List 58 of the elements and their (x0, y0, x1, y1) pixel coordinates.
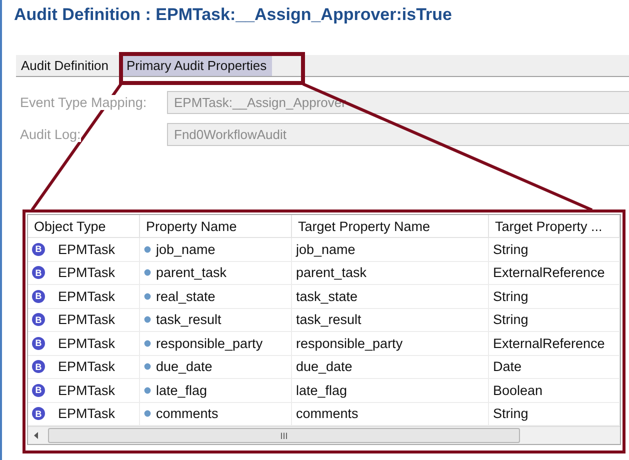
table-cell: Date (493, 359, 522, 374)
window-title: Audit Definition : EPMTask:__Assign_Approver:isTrue (13, 4, 453, 25)
table-cell: task_state (296, 288, 358, 304)
tab[interactable]: Primary Audit Properties (121, 55, 272, 76)
table-cell: EPMTask (58, 382, 116, 398)
table-cell: parent_task (156, 265, 227, 280)
table-cell: ExternalReference (493, 336, 605, 351)
dot-icon (144, 410, 151, 418)
column-header[interactable]: Target Property ... (489, 215, 620, 238)
class-badge-icon: B (32, 313, 45, 326)
dot-icon (144, 340, 151, 347)
table-cell: late_flag (296, 382, 348, 398)
column-header[interactable]: Target Property Name (292, 215, 489, 238)
table-cell: comments (296, 406, 358, 422)
class-badge-icon: B (32, 266, 45, 280)
field-label: Event Type Mapping: (20, 95, 147, 110)
column-header[interactable]: Object Type (28, 215, 140, 238)
table-cell: due_date (296, 359, 352, 374)
table-cell: String (493, 406, 528, 422)
scrollbar-thumb[interactable]: III (48, 428, 520, 443)
class-badge-icon: B (32, 407, 45, 420)
table-cell: EPMTask (58, 265, 116, 280)
table-cell: responsible_party (296, 336, 403, 351)
table-cell: task_result (296, 312, 362, 328)
table-cell: real_state (156, 288, 216, 304)
class-badge-icon: B (32, 290, 45, 303)
table-cell: String (493, 312, 528, 328)
class-badge-icon: B (32, 242, 45, 256)
dot-icon (144, 292, 151, 300)
table-cell: parent_task (296, 265, 367, 280)
table-cell: late_flag (156, 382, 208, 398)
dot-icon (144, 246, 151, 253)
table-cell: EPMTask (58, 242, 116, 257)
table-cell: Boolean (493, 382, 543, 398)
table-cell: comments (156, 406, 218, 422)
table-cell: String (493, 288, 528, 304)
table-cell: EPMTask (58, 359, 116, 374)
field-label: Audit Log: (20, 127, 81, 142)
tab[interactable]: Audit Definition (16, 55, 114, 76)
table-cell: due_date (156, 359, 212, 374)
table-cell: job_name (296, 242, 356, 257)
dot-icon (144, 316, 151, 324)
table-cell: task_result (156, 312, 222, 328)
column-header[interactable]: Property Name (140, 215, 292, 238)
table-cell: EPMTask (58, 288, 116, 304)
table-cell: String (493, 242, 528, 257)
table-cell: EPMTask (58, 312, 116, 328)
table-cell: EPMTask (58, 406, 116, 422)
dot-icon (144, 386, 151, 394)
dot-icon (144, 269, 151, 276)
table-cell: responsible_party (156, 336, 263, 351)
table-cell: ExternalReference (493, 265, 605, 280)
class-badge-icon: B (32, 360, 45, 374)
table-cell: EPMTask (58, 336, 116, 351)
table-cell: job_name (156, 242, 216, 257)
class-badge-icon: B (32, 384, 45, 397)
class-badge-icon: B (32, 336, 45, 350)
dot-icon (144, 363, 151, 370)
